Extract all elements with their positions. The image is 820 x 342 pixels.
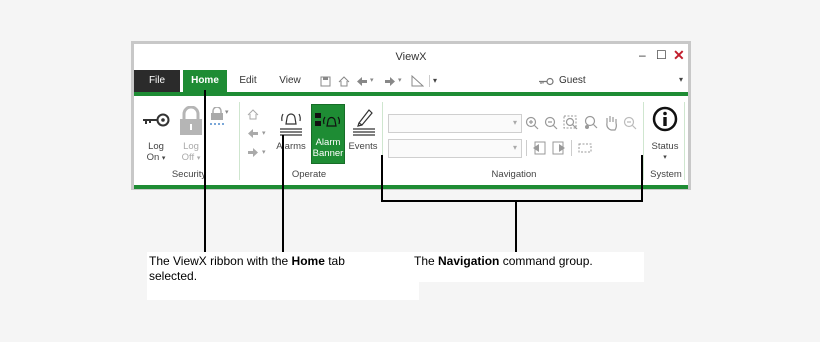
next-page-icon[interactable] (552, 141, 566, 155)
alarms-label: Alarms (276, 141, 306, 152)
alarm-banner-label: Alarm Banner (312, 137, 344, 159)
status-label: Status (651, 141, 679, 152)
ribbon-tab-bar: File Home Edit View ▾ ▾ ▾ Guest ▾ (134, 70, 688, 92)
log-on-key-icon (143, 113, 170, 127)
alarms-button[interactable]: Alarms (274, 141, 308, 152)
tab-file[interactable]: File (134, 70, 180, 92)
minimize-button[interactable]: – (639, 48, 646, 62)
zoom-out-icon[interactable] (544, 116, 558, 130)
zoom-area-icon[interactable] (563, 115, 579, 131)
events-label: Events (348, 141, 378, 152)
combo-2-dropdown-icon: ▾ (512, 143, 517, 152)
tab-home[interactable]: Home (183, 70, 227, 92)
home-small-icon[interactable] (247, 109, 259, 120)
maximize-button[interactable]: ☐ (656, 48, 667, 62)
dotted-underline-icon (210, 123, 224, 125)
status-dropdown-icon: ▾ (663, 154, 667, 161)
log-on-dropdown-icon: ▾ (161, 155, 166, 162)
navigation-combo-1[interactable]: ▾ (388, 114, 522, 133)
qa-divider (429, 75, 430, 87)
alarm-banner-button[interactable]: Alarm Banner (311, 104, 345, 164)
back-dropdown-icon[interactable]: ▾ (370, 76, 374, 84)
fit-to-window-icon[interactable] (578, 143, 592, 153)
operate-group-label: Operate (291, 169, 327, 180)
callout-bracket-right (641, 155, 643, 202)
lock-users-icon[interactable] (210, 107, 224, 121)
caption-left-line2: selected. (149, 269, 198, 283)
callout-bracket-bottom (381, 200, 643, 202)
tab-edit[interactable]: Edit (233, 70, 263, 92)
log-on-label-1: Log (148, 141, 164, 152)
forward-arrow-icon[interactable] (384, 76, 396, 87)
log-off-padlock-icon (180, 106, 202, 135)
save-icon[interactable] (320, 76, 331, 87)
customize-qa-icon[interactable]: ▾ (433, 76, 437, 85)
caption-left-suffix: tab (324, 254, 345, 268)
lock-users-dropdown-icon[interactable]: ▾ (225, 108, 229, 116)
log-off-dropdown-icon: ▾ (196, 155, 201, 162)
status-info-icon (652, 106, 678, 132)
back-small-dropdown-icon[interactable]: ▾ (262, 129, 266, 137)
zoom-reset-icon[interactable] (623, 116, 637, 130)
system-group-label: System (650, 169, 682, 180)
close-button[interactable]: ✕ (673, 47, 685, 64)
callout-line-home (204, 90, 206, 255)
ribbon: Log On ▾ Log Off ▾ ▾ Security ▾ ▾ Alarms… (134, 96, 688, 185)
forward-small-icon[interactable] (247, 147, 259, 158)
back-small-icon[interactable] (247, 128, 259, 139)
caption-left-bold: Home (291, 254, 325, 268)
tab-view[interactable]: View (276, 70, 304, 92)
log-off-label-1: Log (183, 141, 199, 152)
alarms-bell-icon (280, 113, 302, 136)
log-off-label-2: Off (181, 152, 195, 163)
zoom-in-icon[interactable] (525, 116, 539, 130)
forward-small-dropdown-icon[interactable]: ▾ (262, 148, 266, 156)
nav-divider (571, 140, 572, 156)
caption-right-prefix: The (414, 254, 439, 268)
log-on-button[interactable]: Log On ▾ (140, 141, 172, 164)
caption-left-prefix: The ViewX ribbon with the (149, 254, 292, 268)
navigation-combo-2[interactable]: ▾ (388, 139, 522, 158)
back-arrow-icon[interactable] (356, 76, 368, 87)
title-bar: ViewX – ☐ ✕ (134, 44, 688, 70)
alarm-banner-label-2: Banner (312, 148, 344, 159)
security-group-label: Security (171, 169, 207, 180)
user-name[interactable]: Guest (559, 75, 586, 86)
caption-right-bold: Navigation (438, 254, 500, 268)
log-on-label-2: On (146, 152, 160, 163)
callout-bracket-left (381, 155, 383, 202)
ribbon-bottom-strip (134, 185, 688, 189)
previous-page-icon[interactable] (532, 141, 546, 155)
events-pen-icon (353, 109, 375, 136)
alarm-banner-icon (315, 113, 340, 127)
log-off-button[interactable]: Log Off ▾ (175, 141, 207, 164)
caption-ribbon-home: The ViewX ribbon with the Home tab selec… (147, 252, 419, 300)
user-dropdown-icon[interactable]: ▾ (679, 75, 683, 84)
viewx-window: ViewX – ☐ ✕ File Home Edit View ▾ ▾ ▾ Gu… (131, 41, 691, 190)
callout-line-operate (282, 135, 284, 255)
forward-dropdown-icon[interactable]: ▾ (398, 76, 402, 84)
alarm-banner-label-1: Alarm (315, 137, 341, 148)
window-title: ViewX (395, 51, 427, 63)
group-divider (643, 102, 644, 180)
caption-navigation-group: The Navigation command group. (412, 252, 644, 282)
set-square-icon[interactable] (411, 75, 424, 87)
caption-right-suffix: command group. (499, 254, 593, 268)
key-icon (539, 77, 554, 86)
callout-line-navigation (515, 200, 517, 255)
zoom-user-icon[interactable] (583, 115, 599, 131)
group-divider (239, 102, 240, 180)
combo-1-dropdown-icon: ▾ (512, 118, 517, 127)
home-icon[interactable] (338, 76, 350, 87)
nav-divider (526, 140, 527, 156)
events-button[interactable]: Events (346, 141, 380, 152)
navigation-group-label: Navigation (491, 169, 537, 180)
group-divider (684, 102, 685, 180)
pan-hand-icon[interactable] (603, 114, 619, 131)
status-button[interactable]: Status ▾ (646, 141, 684, 163)
